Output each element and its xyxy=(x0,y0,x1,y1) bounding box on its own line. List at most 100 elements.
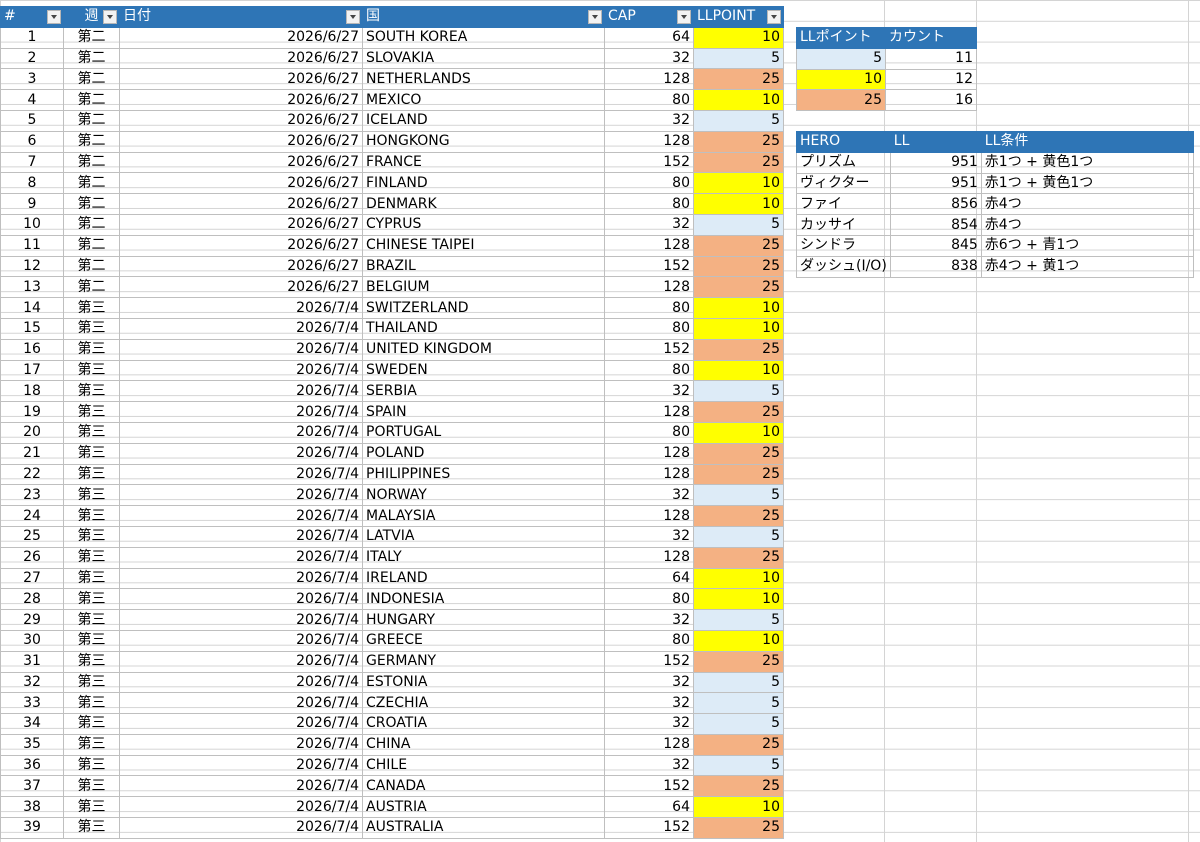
cell-cap[interactable]: 128 xyxy=(604,505,694,527)
cell-date[interactable]: 2026/6/27 xyxy=(119,255,363,278)
cell-date[interactable]: 2026/7/4 xyxy=(119,525,363,548)
cell-llpoint[interactable]: 5 xyxy=(693,484,784,507)
cell-country[interactable]: PORTUGAL xyxy=(362,421,605,444)
table-row[interactable]: 4 第二 2026/6/27 MEXICO 80 10 xyxy=(0,89,784,111)
cell-index[interactable]: 26 xyxy=(0,546,64,569)
cell-index[interactable]: 12 xyxy=(0,255,64,278)
table-row[interactable]: 26 第三 2026/7/4 ITALY 128 25 xyxy=(0,546,784,569)
cell-date[interactable]: 2026/6/27 xyxy=(119,26,363,49)
cell-ll-condition[interactable]: 赤4つ + 黄1つ xyxy=(980,255,1194,278)
cell-hero[interactable]: カッサイ xyxy=(796,214,891,236)
cell-ll-condition[interactable]: 赤1つ + 黄色1つ xyxy=(980,172,1194,195)
cell-llpoint[interactable]: 25 xyxy=(693,775,784,798)
cell-llpoint[interactable]: 10 xyxy=(693,796,784,819)
filter-dropdown-icon[interactable] xyxy=(588,10,602,24)
cell-ll[interactable]: 951 xyxy=(889,172,982,195)
cell-date[interactable]: 2026/7/4 xyxy=(119,629,363,652)
cell-week[interactable]: 第二 xyxy=(63,89,120,111)
table-row[interactable]: 32 第三 2026/7/4 ESTONIA 32 5 xyxy=(0,671,784,694)
cell-cap[interactable]: 152 xyxy=(604,151,694,174)
cell-cap[interactable]: 152 xyxy=(604,255,694,278)
cell-country[interactable]: GREECE xyxy=(362,629,605,652)
cell-index[interactable]: 16 xyxy=(0,338,64,361)
cell-ll[interactable]: 854 xyxy=(889,214,982,236)
cell-country[interactable]: AUSTRIA xyxy=(362,796,605,819)
table-row[interactable]: 5 第二 2026/6/27 ICELAND 32 5 xyxy=(0,109,784,132)
cell-week[interactable]: 第三 xyxy=(63,463,120,486)
table-row[interactable]: 28 第三 2026/7/4 INDONESIA 80 10 xyxy=(0,588,784,611)
cell-index[interactable]: 25 xyxy=(0,525,64,548)
cell-country[interactable]: BELGIUM xyxy=(362,276,605,299)
cell-cap[interactable]: 152 xyxy=(604,650,694,673)
table-row[interactable]: 6 第二 2026/6/27 HONGKONG 128 25 xyxy=(0,130,784,153)
cell-week[interactable]: 第三 xyxy=(63,588,120,611)
cell-country[interactable]: POLAND xyxy=(362,442,605,465)
cell-country[interactable]: AUSTRALIA xyxy=(362,817,605,839)
cell-hero[interactable]: ダッシュ(I/O) xyxy=(796,255,891,278)
cell-ll[interactable]: 951 xyxy=(889,151,982,174)
cell-date[interactable]: 2026/7/4 xyxy=(119,442,363,465)
table-row[interactable]: 29 第三 2026/7/4 HUNGARY 32 5 xyxy=(0,609,784,631)
cell-country[interactable]: UNITED KINGDOM xyxy=(362,338,605,361)
cell-index[interactable]: 7 xyxy=(0,151,64,174)
cell-cap[interactable]: 80 xyxy=(604,629,694,652)
cell-count[interactable]: 12 xyxy=(885,68,977,91)
cell-hero[interactable]: ヴィクター xyxy=(796,172,891,195)
cell-cap[interactable]: 128 xyxy=(604,733,694,756)
col-header-ll-condition[interactable]: LL条件 xyxy=(980,131,1194,153)
cell-llpoint[interactable]: 5 xyxy=(693,525,784,548)
cell-week[interactable]: 第二 xyxy=(63,26,120,49)
col-header-llpoint[interactable]: LLポイント xyxy=(796,27,886,49)
cell-date[interactable]: 2026/7/4 xyxy=(119,775,363,798)
cell-llpoint[interactable]: 25 xyxy=(693,733,784,756)
cell-date[interactable]: 2026/7/4 xyxy=(119,505,363,527)
col-header-ll[interactable]: LL xyxy=(889,131,982,153)
cell-llpoint[interactable]: 25 xyxy=(693,505,784,527)
cell-llpoint[interactable]: 10 xyxy=(693,421,784,444)
cell-country[interactable]: BRAZIL xyxy=(362,255,605,278)
cell-index[interactable]: 13 xyxy=(0,276,64,299)
col-header-index[interactable]: # xyxy=(0,6,64,28)
cell-cap[interactable]: 32 xyxy=(604,692,694,715)
cell-count[interactable]: 11 xyxy=(885,47,977,70)
cell-index[interactable]: 11 xyxy=(0,234,64,257)
cell-llpoint[interactable]: 10 xyxy=(693,297,784,319)
table-row[interactable]: 34 第三 2026/7/4 CROATIA 32 5 xyxy=(0,713,784,735)
cell-country[interactable]: SERBIA xyxy=(362,380,605,403)
table-row[interactable]: 11 第二 2026/6/27 CHINESE TAIPEI 128 25 xyxy=(0,234,784,257)
cell-index[interactable]: 10 xyxy=(0,213,64,236)
cell-index[interactable]: 29 xyxy=(0,609,64,631)
cell-index[interactable]: 37 xyxy=(0,775,64,798)
cell-country[interactable]: FRANCE xyxy=(362,151,605,174)
cell-country[interactable]: INDONESIA xyxy=(362,588,605,611)
cell-cap[interactable]: 80 xyxy=(604,588,694,611)
cell-cap[interactable]: 152 xyxy=(604,817,694,839)
table-row[interactable]: 8 第二 2026/6/27 FINLAND 80 10 xyxy=(0,172,784,195)
cell-country[interactable]: MALAYSIA xyxy=(362,505,605,527)
cell-index[interactable]: 8 xyxy=(0,172,64,195)
filter-dropdown-icon[interactable] xyxy=(767,10,781,24)
cell-index[interactable]: 34 xyxy=(0,713,64,735)
cell-country[interactable]: FINLAND xyxy=(362,172,605,195)
table-row[interactable]: プリズム 951 赤1つ + 黄色1つ xyxy=(796,151,1194,174)
cell-index[interactable]: 4 xyxy=(0,89,64,111)
cell-country[interactable]: NETHERLANDS xyxy=(362,68,605,91)
cell-week[interactable]: 第三 xyxy=(63,525,120,548)
cell-cap[interactable]: 64 xyxy=(604,567,694,590)
cell-date[interactable]: 2026/7/4 xyxy=(119,713,363,735)
table-row[interactable]: 25 16 xyxy=(796,89,977,112)
table-row[interactable]: 23 第三 2026/7/4 NORWAY 32 5 xyxy=(0,484,784,507)
cell-llpoint[interactable]: 25 xyxy=(693,401,784,423)
cell-llpoint[interactable]: 5 xyxy=(693,713,784,735)
cell-week[interactable]: 第二 xyxy=(63,234,120,257)
cell-llpoint[interactable]: 5 xyxy=(693,754,784,777)
table-row[interactable]: シンドラ 845 赤6つ + 青1つ xyxy=(796,234,1194,257)
cell-llpoint[interactable]: 5 xyxy=(693,47,784,70)
cell-index[interactable]: 22 xyxy=(0,463,64,486)
cell-cap[interactable]: 32 xyxy=(604,380,694,403)
cell-llpoint[interactable]: 10 xyxy=(693,89,784,111)
cell-llpoint[interactable]: 5 xyxy=(693,213,784,236)
table-row[interactable]: 9 第二 2026/6/27 DENMARK 80 10 xyxy=(0,193,784,215)
table-row[interactable]: 20 第三 2026/7/4 PORTUGAL 80 10 xyxy=(0,421,784,444)
cell-llpoint[interactable]: 25 xyxy=(693,68,784,91)
